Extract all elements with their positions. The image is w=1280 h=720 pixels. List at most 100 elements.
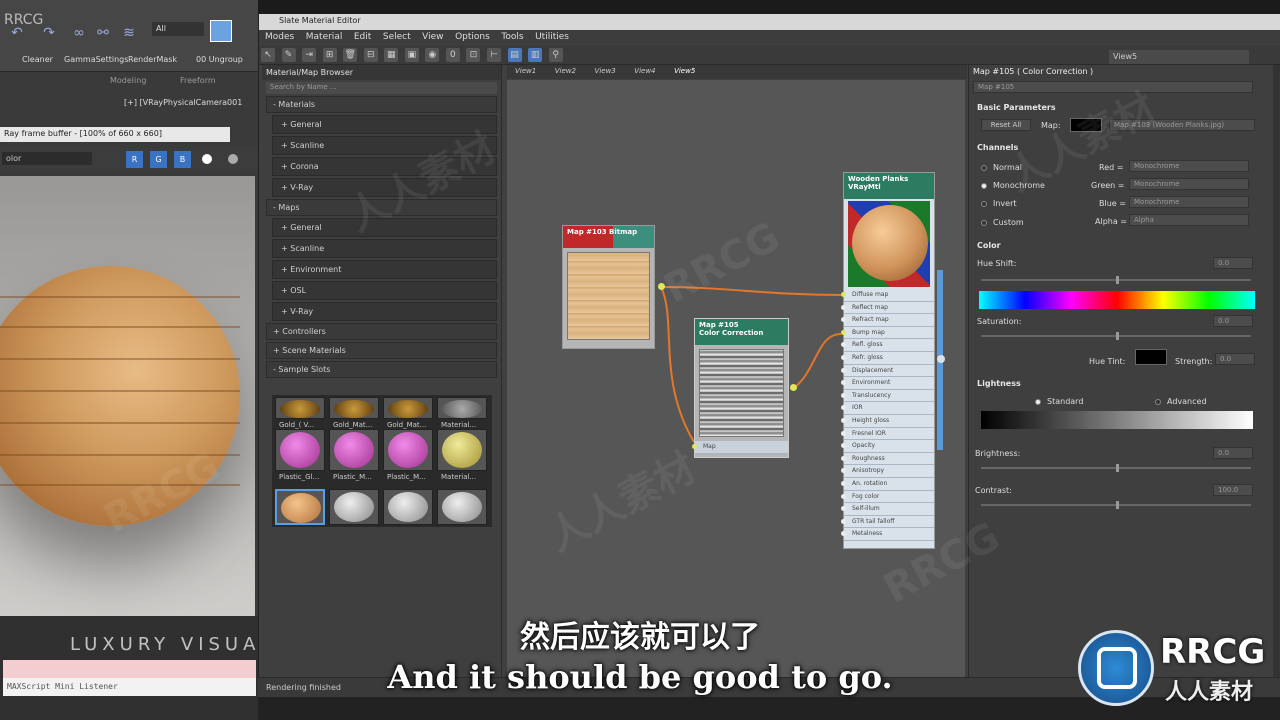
contrast-slider[interactable] [981,501,1251,509]
sample-slot[interactable]: Plastic_M... [329,429,379,481]
port-input-icon[interactable] [841,531,846,537]
sample-slot[interactable]: Plastic_M... [383,429,433,481]
render-mask-button[interactable]: RenderMask [128,55,177,64]
viewport-label[interactable]: [+] [VRayPhysicalCamera001 [124,98,242,107]
vfb-blue-button[interactable]: B [174,151,191,168]
sample-slot[interactable]: Gold_Mat... [329,397,379,429]
vraymtl-port[interactable]: Metalness [841,528,934,541]
color-section[interactable]: Color [977,241,1001,250]
hide-unused-icon[interactable]: ▦ [384,48,399,62]
put-to-scene-icon[interactable]: ⇥ [302,48,317,62]
vraymtl-node[interactable]: Wooden Planks VRayMtl Diffuse map Reflect… [841,172,935,549]
sample-slot[interactable] [329,489,379,525]
menu-options[interactable]: Options [455,32,490,42]
ungroup-button[interactable]: 00 Ungroup [196,55,243,64]
sample-slot[interactable]: Gold_( V... [275,397,325,429]
view-dropdown[interactable]: View5 [1109,50,1249,64]
hue-shift-spinner[interactable]: 0.0 [1213,257,1253,269]
menu-edit[interactable]: Edit [354,32,371,42]
pick-material-icon[interactable]: ✎ [281,48,296,62]
vraymtl-port[interactable]: Bump map [841,326,934,340]
vraymtl-port[interactable]: Refl. gloss [841,339,934,352]
port-input-icon[interactable] [841,367,846,373]
radio-monochrome[interactable] [981,183,987,189]
vraymtl-port[interactable]: Self-illum [841,503,934,516]
vfb-red-button[interactable]: R [126,151,143,168]
port-input-icon[interactable] [841,468,846,474]
params-scrollbar[interactable] [1273,65,1280,677]
layout-children-icon[interactable]: ⊢ [487,48,502,62]
red-select[interactable]: Monochrome [1129,160,1249,172]
vraymtl-port[interactable]: Anisotropy [841,465,934,478]
delete-icon[interactable]: 🗑 [343,48,358,62]
vraymtl-port[interactable]: Reflect map [841,301,934,315]
maps-scanline[interactable]: + Scanline [272,239,497,258]
maps-environment[interactable]: + Environment [272,260,497,279]
vfb-gray-icon[interactable] [228,154,238,164]
radio-advanced[interactable] [1155,399,1161,405]
port-input-icon[interactable] [841,405,846,411]
port-input-icon[interactable] [841,317,846,323]
vraymtl-port[interactable]: Refract map [841,314,934,327]
sample-slot[interactable] [383,489,433,525]
strength-spinner[interactable]: 0.0 [1215,353,1255,365]
vraymtl-port[interactable]: Opacity [841,440,934,453]
color-correction-node[interactable]: Map #105 Color Correction Map [692,318,789,458]
lightness-gradient[interactable] [981,411,1253,429]
vraymtl-port[interactable]: Roughness [841,452,934,466]
alpha-select[interactable]: Alpha [1129,214,1249,226]
redo-icon[interactable]: ↷ [40,24,58,42]
sample-slot[interactable]: Gold_Mat... [383,397,433,429]
cleaner-button[interactable]: Cleaner [22,55,53,64]
material-map-browser-icon[interactable]: ▤ [507,48,522,62]
tab-modeling[interactable]: Modeling [110,76,146,85]
sample-slot[interactable]: Material... [437,397,487,429]
vraymtl-port[interactable]: Refr. gloss [841,351,934,365]
menu-view[interactable]: View [422,32,443,42]
port-input-icon[interactable] [841,354,846,360]
vfb-green-button[interactable]: G [150,151,167,168]
port-input-icon[interactable] [841,480,846,486]
port-input-icon[interactable] [841,455,846,461]
select-arrow-icon[interactable]: ↖ [261,48,275,62]
sample-slot[interactable]: Material... [437,429,487,481]
cc-output-port[interactable] [790,384,797,391]
vraymtl-port[interactable]: IOR [841,402,934,415]
select-tool-button[interactable] [210,20,232,42]
sample-slot[interactable] [275,489,325,525]
vfb-white-icon[interactable] [202,154,212,164]
hue-spectrum[interactable] [979,291,1255,309]
maps-osl[interactable]: + OSL [272,281,497,300]
vraymtl-port[interactable]: Environment [841,377,934,390]
radio-invert[interactable] [981,201,987,207]
tab-view3[interactable]: View3 [595,67,616,75]
link-icon[interactable]: ∞ [70,24,88,42]
vraymtl-port[interactable]: Height gloss [841,414,934,428]
saturation-slider[interactable] [981,332,1251,340]
port-input-icon[interactable] [841,493,846,499]
menu-utilities[interactable]: Utilities [535,32,569,42]
materials-header[interactable]: - Materials [266,96,497,113]
radio-normal[interactable] [981,165,987,171]
menu-tools[interactable]: Tools [501,32,523,42]
port-input-icon[interactable] [841,380,846,386]
vraymtl-port[interactable]: An. rotation [841,477,934,491]
tab-view2[interactable]: View2 [555,67,576,75]
undo-icon[interactable]: ↶ [8,24,26,42]
gamma-settings-button[interactable]: GammaSettings [64,55,128,64]
bind-icon[interactable]: ≋ [120,24,138,42]
hue-tint-swatch[interactable] [1135,349,1167,365]
vraymtl-output-port[interactable] [937,355,945,363]
show-map-icon[interactable]: ▣ [404,48,419,62]
saturation-spinner[interactable]: 0.0 [1213,315,1253,327]
show-background-icon[interactable]: ◉ [425,48,440,62]
tab-view5[interactable]: View5 [674,67,695,75]
vraymtl-port[interactable]: Fresnel IOR [841,427,934,441]
cc-map-port[interactable]: Map [692,441,788,454]
assign-material-icon[interactable]: ⊞ [322,48,337,62]
scene-materials-header[interactable]: + Scene Materials [266,342,497,359]
reset-all-button[interactable]: Reset All [981,119,1031,131]
port-input-icon[interactable] [841,292,846,297]
basic-params-section[interactable]: Basic Parameters [977,103,1056,112]
menu-material[interactable]: Material [306,32,343,42]
